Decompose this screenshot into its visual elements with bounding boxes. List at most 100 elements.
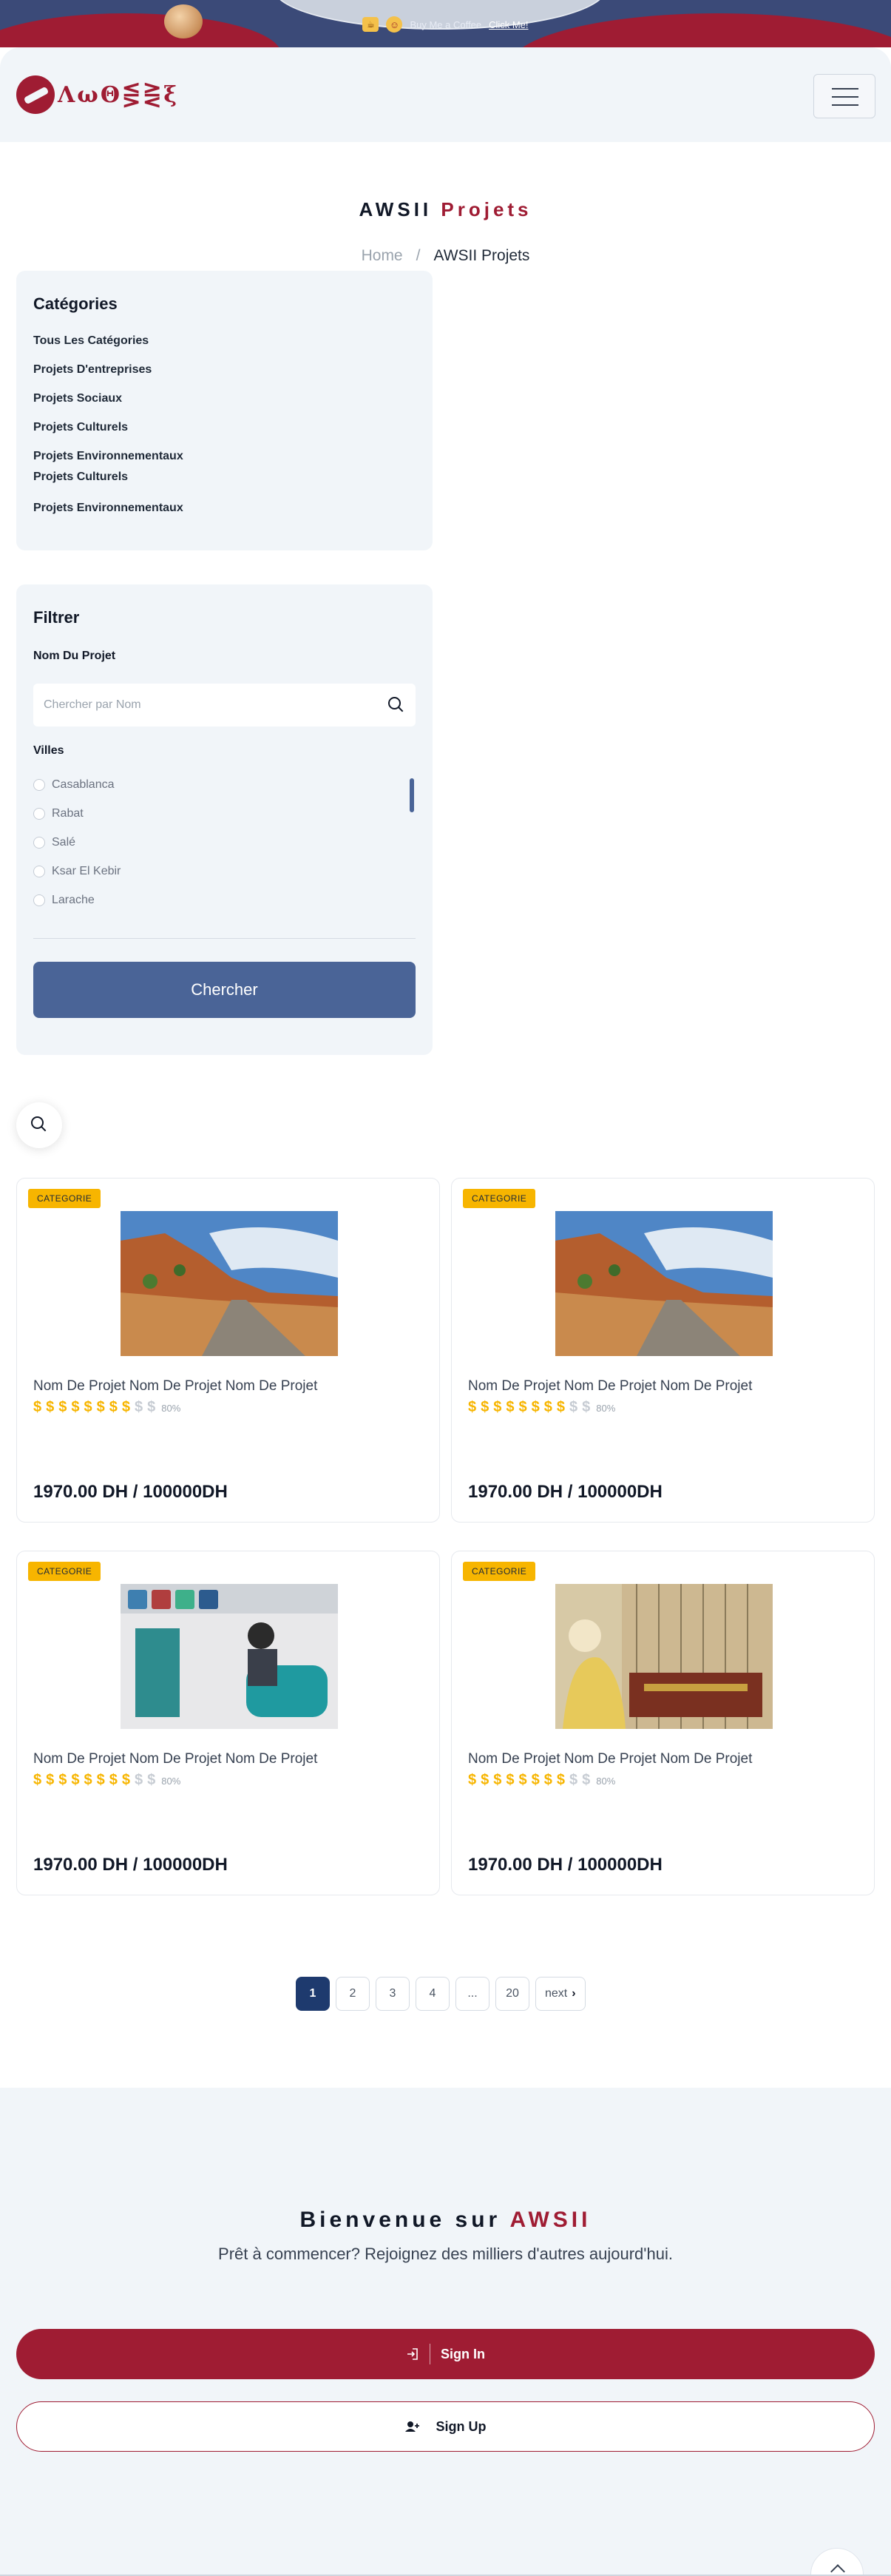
page-title-accent: Projets [441, 198, 532, 220]
sign-up-button[interactable]: Sign Up [16, 2401, 875, 2452]
hamburger-line [832, 88, 858, 90]
categories-title: Catégories [33, 294, 118, 313]
cities-scrollbar[interactable] [410, 778, 414, 812]
city-option[interactable]: Rabat [33, 807, 84, 820]
logo-text: ΛωΘ⋚⋛ξ [58, 81, 180, 108]
welcome-subtitle: Prêt à commencer? Rejoignez des milliers… [218, 2245, 673, 2263]
rating-percent: 80% [161, 1403, 181, 1414]
menu-toggle-button[interactable] [813, 74, 875, 118]
rating-percent: 80% [596, 1403, 616, 1414]
breadcrumb-current: AWSII Projets [433, 247, 530, 264]
category-item[interactable]: Projets Culturels [33, 471, 128, 484]
project-image[interactable] [555, 1584, 773, 1729]
promo-banner: ☕ ☺ Buy Me a Coffee Click Me! [0, 0, 891, 47]
project-image[interactable] [121, 1211, 338, 1356]
city-label: Larache [52, 894, 95, 906]
city-label: Ksar El Kebir [52, 865, 121, 877]
rating-percent: 80% [161, 1776, 181, 1787]
project-name[interactable]: Nom De Projet Nom De Projet Nom De Proje… [468, 1751, 752, 1767]
project-image[interactable] [555, 1211, 773, 1356]
project-name[interactable]: Nom De Projet Nom De Projet Nom De Proje… [33, 1751, 317, 1767]
sign-in-button[interactable]: Sign In [16, 2329, 875, 2379]
page-title: AWSII Projets [0, 198, 891, 221]
city-label: Rabat [52, 807, 84, 820]
category-badge: CATEGORIE [463, 1562, 536, 1581]
page-button[interactable]: 4 [416, 1977, 450, 2011]
category-badge: CATEGORIE [28, 1562, 101, 1581]
cities-label: Villes [33, 744, 64, 757]
floating-search-button[interactable] [16, 1102, 62, 1148]
category-item[interactable]: Projets D'entreprises [33, 363, 152, 377]
project-price: 1970.00 DH / 100000DH [33, 1482, 228, 1502]
promo-text: Buy Me a Coffee [410, 18, 482, 30]
welcome-section: Bienvenue sur AWSII Prêt à commencer? Re… [0, 2088, 891, 2576]
project-image[interactable] [121, 1584, 338, 1729]
category-badge: CATEGORIE [463, 1189, 536, 1208]
city-label: Casablanca [52, 778, 115, 791]
project-card[interactable]: CATEGORIE Nom De Projet Nom De Projet No… [451, 1551, 875, 1895]
rating-stars: $ $ $ $ $ $ $ $ $ $ 80% [33, 1399, 181, 1415]
category-item[interactable]: Tous Les Catégories [33, 334, 149, 348]
breadcrumb: Home / AWSII Projets [0, 247, 891, 265]
scroll-to-top-button[interactable] [810, 2548, 864, 2576]
welcome-title-accent: AWSII [509, 2208, 592, 2232]
welcome-title-main: Bienvenue sur [299, 2208, 501, 2232]
chevron-right-icon: › [572, 1987, 576, 2000]
category-item[interactable]: Projets Environnementaux [33, 450, 183, 463]
divider [33, 938, 416, 939]
pagination: 1 2 3 4 ... 20 next › [296, 1977, 586, 2011]
radio-button[interactable] [33, 894, 45, 906]
sign-up-label: Sign Up [436, 2418, 487, 2434]
project-card[interactable]: CATEGORIE Nom De Projet Nom De Projet No… [16, 1178, 440, 1523]
project-name[interactable]: Nom De Projet Nom De Projet Nom De Proje… [468, 1378, 752, 1395]
categories-panel: Catégories Tous Les Catégories Projets D… [16, 271, 433, 550]
category-badge: CATEGORIE [28, 1189, 101, 1208]
radio-button[interactable] [33, 866, 45, 877]
heart-eyes-icon: ☺ [386, 16, 403, 33]
city-option[interactable]: Ksar El Kebir [33, 865, 121, 878]
rating-stars: $ $ $ $ $ $ $ $ $ $ 80% [468, 1399, 616, 1415]
project-name[interactable]: Nom De Projet Nom De Projet Nom De Proje… [33, 1378, 317, 1395]
hamburger-line [832, 104, 858, 106]
site-logo[interactable]: ΛωΘ⋚⋛ξ [16, 74, 179, 115]
radio-button[interactable] [33, 837, 45, 849]
breadcrumb-separator: / [416, 247, 421, 264]
search-icon[interactable] [388, 697, 404, 713]
hamburger-line [832, 96, 858, 98]
city-option[interactable]: Larache [33, 894, 95, 907]
search-icon [31, 1116, 50, 1136]
promo-link[interactable]: Click Me! [489, 19, 528, 30]
category-item[interactable]: Projets Environnementaux [33, 502, 183, 515]
city-option[interactable]: Casablanca [33, 778, 115, 792]
rating-percent: 80% [596, 1776, 616, 1787]
category-item[interactable]: Projets Sociaux [33, 392, 122, 405]
rating-stars: $ $ $ $ $ $ $ $ $ $ 80% [33, 1772, 181, 1788]
category-item[interactable]: Projets Culturels [33, 421, 128, 434]
breadcrumb-home[interactable]: Home [362, 247, 403, 264]
project-name-label: Nom Du Projet [33, 650, 116, 662]
filter-title: Filtrer [33, 608, 80, 627]
radio-button[interactable] [33, 808, 45, 820]
project-card[interactable]: CATEGORIE Nom De Projet Nom De Projet No… [451, 1178, 875, 1523]
add-user-icon [404, 2421, 419, 2432]
city-option[interactable]: Salé [33, 836, 75, 849]
page-title-main: AWSII [359, 198, 433, 220]
sign-in-label: Sign In [441, 2346, 485, 2361]
search-submit-button[interactable]: Chercher [33, 962, 416, 1018]
project-card[interactable]: CATEGORIE Nom De Projet Nom De Projet No… [16, 1551, 440, 1895]
welcome-title: Bienvenue sur AWSII [0, 2208, 891, 2233]
page-button[interactable]: 1 [296, 1977, 330, 2011]
next-label: next [545, 1987, 568, 2000]
rating-stars: $ $ $ $ $ $ $ $ $ $ 80% [468, 1772, 616, 1788]
project-search-input[interactable] [33, 684, 359, 726]
project-price: 1970.00 DH / 100000DH [468, 1482, 663, 1502]
site-header: ΛωΘ⋚⋛ξ [0, 47, 891, 142]
page-button[interactable]: 20 [495, 1977, 529, 2011]
page-ellipsis: ... [455, 1977, 489, 2011]
page-button[interactable]: 2 [336, 1977, 370, 2011]
project-search-field [33, 684, 416, 726]
radio-button[interactable] [33, 779, 45, 791]
next-page-button[interactable]: next › [535, 1977, 586, 2011]
city-label: Salé [52, 836, 76, 849]
page-button[interactable]: 3 [376, 1977, 410, 2011]
